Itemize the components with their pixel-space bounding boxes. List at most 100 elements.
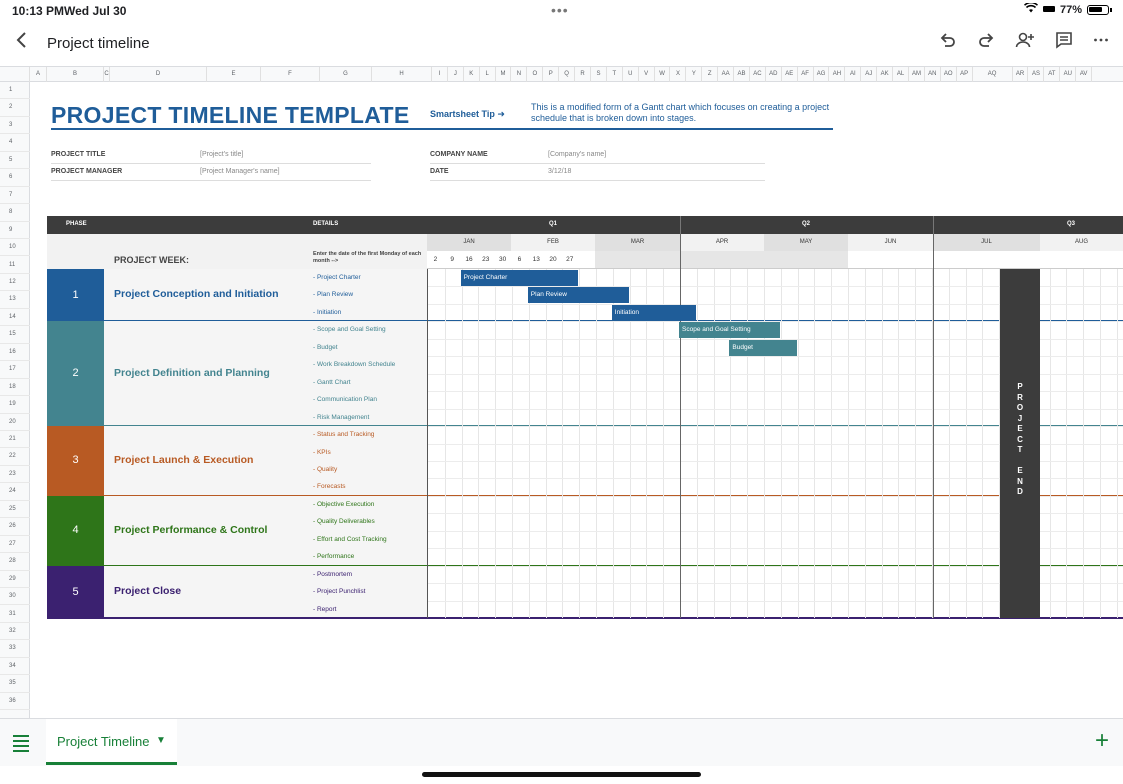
gantt-bar[interactable]: Initiation [611,304,696,321]
date-value[interactable]: 3/12/18 [548,168,571,175]
week-date[interactable]: 16 [461,251,478,269]
column-header-cell[interactable]: B [47,67,104,82]
column-header-cell[interactable]: AP [957,67,973,82]
smartsheet-tip-link[interactable]: Smartsheet Tip ➜ [430,109,505,120]
column-header-cell[interactable]: P [543,67,560,82]
column-header-cell[interactable]: AT [1044,67,1061,82]
quarter-label[interactable]: Q2 [802,221,810,227]
row-header-cell[interactable]: 11 [0,257,30,274]
phase-header[interactable]: PHASE [66,221,87,227]
column-header-cell[interactable]: AU [1060,67,1077,82]
column-header-cell[interactable]: O [527,67,544,82]
row-header-cell[interactable]: 2 [0,99,30,117]
column-header-cell[interactable]: S [591,67,607,82]
row-header-cell[interactable]: 31 [0,606,30,623]
month-label[interactable]: APR [680,234,764,251]
phase-number[interactable]: 4 [47,495,104,566]
more-options-icon[interactable] [1093,31,1109,54]
row-header-cell[interactable]: 27 [0,536,30,554]
detail-item[interactable]: - Gantt Chart [313,379,351,386]
column-header-cell[interactable]: AM [909,67,925,82]
details-header[interactable]: DETAILS [313,221,338,227]
detail-item[interactable]: - Status and Tracking [313,431,374,438]
undo-icon[interactable] [939,31,957,54]
row-header-cell[interactable]: 26 [0,518,30,536]
row-header-cell[interactable]: 17 [0,361,30,379]
comment-icon[interactable] [1055,31,1073,54]
column-header-cell[interactable]: AF [798,67,814,82]
column-header-cell[interactable]: AC [750,67,766,82]
project-manager-value[interactable]: [Project Manager's name] [200,168,280,175]
week-date[interactable]: 20 [545,251,562,269]
row-header-cell[interactable]: 19 [0,396,30,414]
row-header-cell[interactable]: 16 [0,344,30,362]
row-header-cell[interactable]: 3 [0,117,30,135]
detail-item[interactable]: - Postmortem [313,571,352,578]
add-person-icon[interactable] [1015,31,1035,54]
column-header-cell[interactable]: AL [893,67,909,82]
project-title-label[interactable]: PROJECT TITLE [51,151,105,158]
month-label[interactable]: JUL [933,234,1040,251]
column-header-cell[interactable]: Z [702,67,719,82]
detail-item[interactable]: - Work Breakdown Schedule [313,361,395,368]
column-header-cell[interactable]: F [261,67,320,82]
column-header-cell[interactable]: N [512,67,528,82]
phase-name[interactable]: Project Conception and Initiation [114,288,279,300]
row-header-cell[interactable]: 35 [0,675,30,693]
column-header-cell[interactable]: W [655,67,671,82]
row-header-cell[interactable]: 10 [0,239,30,257]
phase-name[interactable]: Project Close [114,585,181,597]
phase-name[interactable]: Project Launch & Execution [114,454,253,466]
column-header-cell[interactable]: AI [845,67,862,82]
column-header-cell[interactable]: AG [814,67,830,82]
row-header-cell[interactable]: 1 [0,82,30,100]
column-header-cell[interactable]: AN [925,67,941,82]
quarter-label[interactable]: Q3 [1067,221,1075,227]
column-header-cell[interactable]: AQ [973,67,1013,82]
row-header-cell[interactable]: 25 [0,501,30,519]
column-header-cell[interactable]: J [448,67,464,82]
project-week-label[interactable]: PROJECT WEEK: [114,255,189,265]
week-date[interactable]: 23 [477,251,494,269]
row-header-cell[interactable]: 7 [0,187,30,205]
column-header-cell[interactable]: E [207,67,261,82]
gantt-bar[interactable]: Project Charter [460,270,579,286]
row-header-cell[interactable]: 24 [0,483,30,501]
row-header-cell[interactable]: 12 [0,274,30,292]
project-manager-label[interactable]: PROJECT MANAGER [51,168,122,175]
row-header-cell[interactable]: 28 [0,553,30,571]
company-name-label[interactable]: COMPANY NAME [430,151,488,158]
caret-down-icon[interactable]: ▼ [156,735,166,746]
row-header-cell[interactable]: 23 [0,466,30,484]
row-header-cell[interactable]: 15 [0,326,30,344]
detail-item[interactable]: - Quality [313,466,337,473]
month-label[interactable]: MAY [764,234,848,251]
column-header-cell[interactable]: AO [941,67,957,82]
row-header-cell[interactable]: 21 [0,431,30,449]
row-header-cell[interactable]: 30 [0,588,30,606]
detail-item[interactable]: - Effort and Cost Tracking [313,536,387,543]
column-header-cell[interactable]: Y [686,67,703,82]
gantt-bar[interactable]: Scope and Goal Setting [679,322,780,339]
row-header-cell[interactable]: 34 [0,658,30,676]
detail-item[interactable]: - Quality Deliverables [313,518,375,525]
week-date[interactable]: 9 [444,251,461,269]
company-name-value[interactable]: [Company's name] [548,151,606,158]
detail-item[interactable]: - Performance [313,553,354,560]
multitask-dots-icon[interactable]: ••• [551,2,569,18]
phase-name[interactable]: Project Definition and Planning [114,367,270,379]
column-header-cell[interactable]: AS [1029,67,1045,82]
detail-item[interactable]: - Objective Execution [313,501,374,508]
detail-item[interactable]: - Forecasts [313,483,346,490]
back-arrow-icon[interactable] [14,30,28,56]
column-header-cell[interactable]: AB [734,67,750,82]
column-header-cell[interactable]: AV [1076,67,1093,82]
row-header-cell[interactable]: 22 [0,448,30,466]
home-indicator[interactable] [422,772,701,777]
redo-icon[interactable] [977,31,995,54]
week-date[interactable]: 30 [494,251,511,269]
sheet-grid[interactable]: PROJECT TIMELINE TEMPLATE Smartsheet Tip… [30,82,1123,718]
row-header-cell[interactable]: 29 [0,571,30,589]
column-header-cell[interactable]: I [432,67,448,82]
column-header-cell[interactable]: AA [718,67,735,82]
